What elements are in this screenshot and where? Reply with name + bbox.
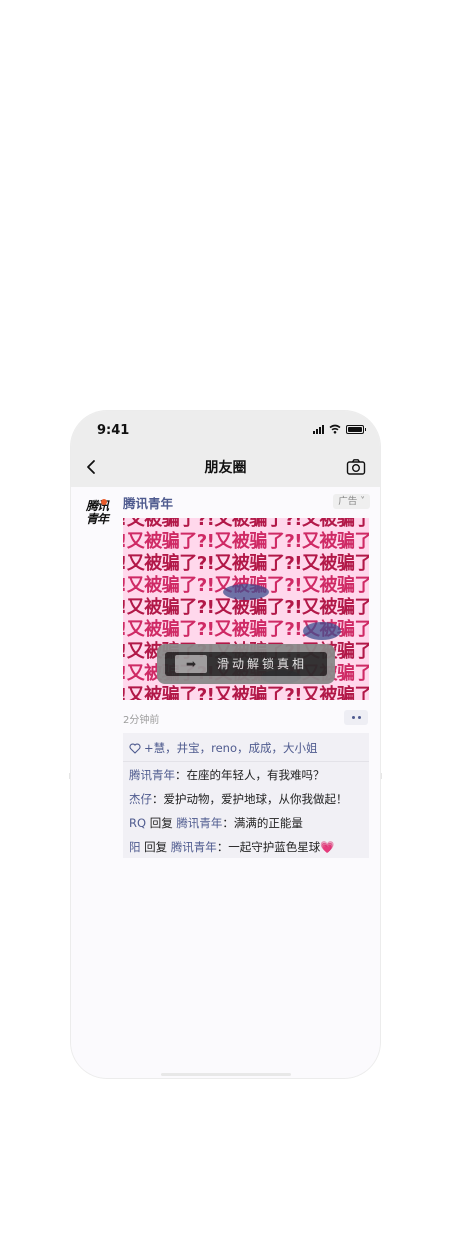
heart-outline-icon [129,743,141,754]
comment-author[interactable]: 杰仔 [129,792,152,806]
comment-item[interactable]: 阳 回复 腾讯青年：一起守护蓝色星球💗 [129,839,335,855]
comment-text: ：爱护动物，爱护地球，从你我做起！ [152,792,348,806]
signal-icon [313,424,324,434]
ad-text-row: !又被骗了?!又被骗了?!又被骗了?!又被骗 [123,531,369,552]
ad-text-row: !又被骗了?!又被骗了?!又被骗了?!又被骗 [123,685,369,700]
post-author-name[interactable]: 腾讯青年 [123,493,173,512]
post-timestamp: 2分钟前 [123,715,160,726]
comment-item[interactable]: RQ 回复 腾讯青年：满满的正能量 [129,815,303,831]
comment-text: ：在座的年轻人，有我难吗？ [175,768,325,782]
heart-emoji-icon: 💗 [320,840,335,854]
slide-unlock-button[interactable]: ➡ 滑动解锁真相 [157,644,335,684]
moments-feed: 腾讯 青年 腾讯青年 广告 ˅ !又被骗了?!又被骗了?!又被骗了?!又被骗 !… [71,487,380,1078]
ad-label-text: 广告 [338,496,358,507]
slide-track: ➡ 滑动解锁真相 [165,652,327,676]
comment-reply-word: 回复 [144,840,168,854]
comments-panel: +慧，井宝，reno，成成，大小姐 腾讯青年：在座的年轻人，有我难吗？ 杰仔：爱… [123,733,369,858]
comment-reply-word: 回复 [149,816,173,830]
status-icons [313,424,366,434]
likes-row: +慧，井宝，reno，成成，大小姐 [129,740,318,756]
comment-author[interactable]: 腾讯青年 [129,768,175,782]
comment-text: ：满满的正能量 [222,816,303,830]
avatar[interactable]: 腾讯 青年 [81,497,113,529]
likes-divider [123,761,369,762]
phone-frame: 9:41 朋友圈 腾讯 青年 腾讯青年 广告 ˅ !又被骗了?!又被骗了?!又被… [71,411,380,1078]
camera-icon[interactable] [346,458,366,476]
more-options-button[interactable] [344,710,368,725]
avatar-accent-dot [101,499,107,505]
comment-item[interactable]: 杰仔：爱护动物，爱护地球，从你我做起！ [129,791,348,807]
ad-decoration-blob [303,622,341,640]
slide-unlock-label: 滑动解锁真相 [217,657,308,671]
battery-icon [346,424,366,434]
comment-author[interactable]: RQ [129,816,146,830]
wifi-icon [329,424,341,434]
chevron-down-icon: ˅ [360,496,365,507]
comment-item[interactable]: 腾讯青年：在座的年轻人，有我难吗？ [129,767,325,783]
comment-text: ：一起守护蓝色星球 [216,840,321,854]
comment-reply-to[interactable]: 腾讯青年 [176,816,222,830]
likes-names[interactable]: +慧，井宝，reno，成成，大小姐 [144,740,318,756]
home-indicator [161,1073,291,1076]
ad-image[interactable]: !又被骗了?!又被骗了?!又被骗了?!又被骗 !又被骗了?!又被骗了?!又被骗了… [123,518,369,700]
phone-side-button-right [380,773,382,779]
page-title: 朋友圈 [204,460,247,476]
status-bar: 9:41 [71,411,380,447]
comment-reply-to[interactable]: 腾讯青年 [171,840,217,854]
nav-bar: 朋友圈 [71,447,380,487]
avatar-text-line2: 青年 [85,512,109,526]
ad-decoration-blob [223,584,269,600]
ad-label-dropdown[interactable]: 广告 ˅ [333,494,370,509]
status-time: 9:41 [97,423,130,438]
ad-text-row: !又被骗了?!又被骗了?!又被骗了?!又被骗 [123,597,369,618]
ad-text-row: !又被骗了?!又被骗了?!又被骗了?!又被骗 [123,553,369,574]
comment-author[interactable]: 阳 [129,840,141,854]
arrow-right-icon[interactable]: ➡ [175,655,207,673]
ad-text-row: !又被骗了?!又被骗了?!又被骗了?!又被骗 [123,518,369,530]
